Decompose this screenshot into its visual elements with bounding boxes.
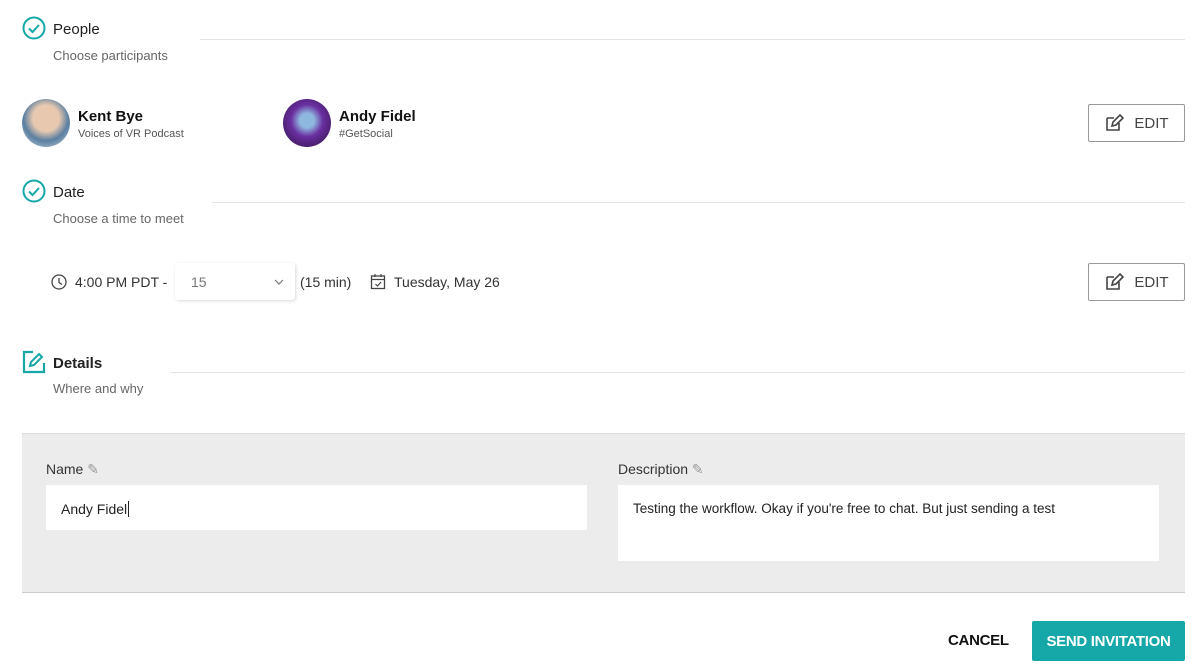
edit-icon <box>1106 272 1125 290</box>
edit-icon <box>1106 113 1125 131</box>
section-title-people: People <box>53 21 100 38</box>
pencil-icon: ✎ <box>87 461 99 477</box>
section-subtitle-people: Choose participants <box>53 48 168 63</box>
send-invitation-button[interactable]: SEND INVITATION <box>1032 621 1185 661</box>
participant-name: Andy Fidel <box>339 108 416 125</box>
duration-select[interactable]: 15 <box>175 263 295 300</box>
section-subtitle-details: Where and why <box>53 381 144 396</box>
divider <box>212 202 1185 203</box>
duration-value: 15 <box>191 273 207 290</box>
participant-name: Kent Bye <box>78 108 144 125</box>
description-label: Description ✎ <box>618 461 704 477</box>
name-label: Name ✎ <box>46 461 99 477</box>
edit-square-icon <box>22 350 46 374</box>
pencil-icon: ✎ <box>691 461 704 477</box>
avatar-andy-fidel <box>283 99 331 147</box>
chevron-down-icon <box>274 279 284 285</box>
check-circle-icon <box>22 16 46 40</box>
meeting-day: Tuesday, May 26 <box>394 274 500 290</box>
divider <box>170 372 1185 373</box>
duration-text: (15 min) <box>300 274 352 290</box>
check-circle-icon <box>22 179 46 203</box>
edit-label: EDIT <box>1134 114 1169 132</box>
edit-people-button[interactable]: EDIT <box>1088 104 1185 142</box>
edit-label: EDIT <box>1134 273 1169 291</box>
calendar-icon <box>370 274 386 290</box>
edit-date-button[interactable]: EDIT <box>1088 263 1185 301</box>
start-time: 4:00 PM PDT - <box>75 274 168 290</box>
section-subtitle-date: Choose a time to meet <box>53 211 184 226</box>
avatar-kent-bye <box>22 99 70 147</box>
participant-org: Voices of VR Podcast <box>78 128 184 140</box>
name-input[interactable]: Andy Fidel <box>46 485 587 530</box>
section-title-details: Details <box>53 355 103 372</box>
description-textarea[interactable]: Testing the workflow. Okay if you're fre… <box>618 485 1159 561</box>
divider <box>200 39 1185 40</box>
section-title-date: Date <box>53 184 85 201</box>
cancel-button[interactable]: CANCEL <box>948 632 1009 649</box>
clock-icon <box>51 274 67 290</box>
participant-org: #GetSocial <box>339 128 393 140</box>
